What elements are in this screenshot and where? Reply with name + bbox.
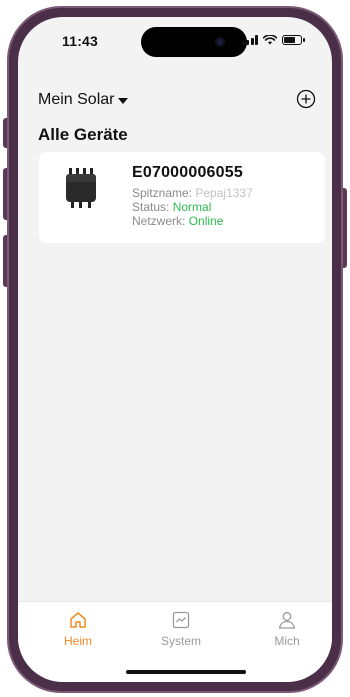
device-card[interactable]: E07000006055 Spitzname: Pepaj1337 Status… [39, 152, 325, 243]
status-icons [241, 35, 305, 45]
device-status-row: Status: Normal [132, 200, 253, 214]
phone-frame: 11:43 Mein Solar Alle Geräte E0700000605… [7, 6, 343, 693]
device-info: E07000006055 Spitzname: Pepaj1337 Status… [132, 164, 253, 228]
user-icon [278, 612, 296, 629]
nickname-label: Spitzname: [132, 186, 196, 200]
plus-circle-icon[interactable] [296, 89, 316, 109]
device-network-row: Netzwerk: Online [132, 214, 253, 228]
app-screen: 11:43 Mein Solar Alle Geräte E0700000605… [18, 17, 332, 682]
chart-icon [172, 611, 190, 629]
status-time: 11:43 [62, 33, 99, 49]
signal-icon [241, 35, 258, 45]
dynamic-island [141, 27, 247, 57]
solar-selector-label: Mein Solar [38, 91, 115, 108]
tab-home-label: Heim [63, 634, 92, 648]
tab-me[interactable]: Mich [247, 602, 327, 652]
device-id: E07000006055 [132, 164, 243, 181]
network-value: Online [188, 214, 224, 228]
home-icon [70, 612, 86, 628]
tab-system-label: System [160, 634, 201, 648]
tab-home[interactable]: Heim [38, 602, 118, 652]
caret-down-icon [118, 97, 129, 104]
nickname-value: Pepaj1337 [195, 186, 253, 200]
network-label: Netzwerk: [132, 214, 189, 228]
tab-bar: Heim System Mich [18, 601, 332, 682]
tab-system[interactable]: System [141, 602, 221, 652]
home-indicator[interactable] [126, 670, 246, 674]
tab-me-label: Mich [274, 634, 300, 648]
status-bar: 11:43 [18, 17, 332, 81]
microinverter-image [66, 168, 96, 208]
section-title: Alle Geräte [38, 125, 128, 144]
battery-icon [282, 35, 305, 45]
status-label: Status: [132, 200, 173, 214]
camera-icon [215, 37, 225, 47]
status-value: Normal [172, 200, 212, 214]
app-header: Mein Solar [18, 87, 332, 115]
wifi-icon [263, 35, 277, 45]
solar-selector[interactable]: Mein Solar [38, 91, 129, 109]
device-nickname-row: Spitzname: Pepaj1337 [132, 186, 253, 200]
